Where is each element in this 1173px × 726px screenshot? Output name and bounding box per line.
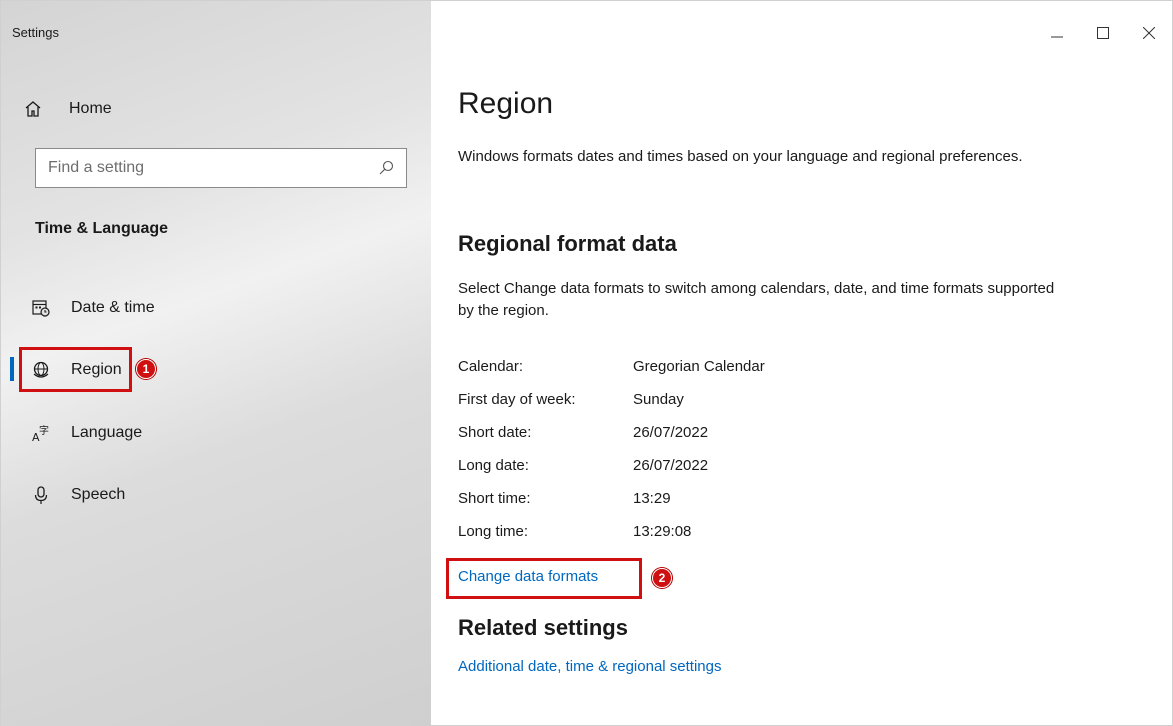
- format-key: First day of week:: [458, 391, 576, 408]
- format-value: 26/07/2022: [633, 424, 709, 441]
- format-key: Short date:: [458, 424, 532, 441]
- format-row-calendar: Calendar: Gregorian Calendar: [458, 358, 765, 382]
- active-indicator: [10, 357, 14, 381]
- page-description: Windows formats dates and times based on…: [458, 148, 1023, 165]
- sidebar-item-label: Date & time: [71, 299, 155, 316]
- format-row-long-time: Long time: 13:29:08: [458, 523, 691, 547]
- page-title: Region: [458, 87, 554, 120]
- app-title: Settings: [12, 25, 59, 40]
- settings-window: Settings Home Time & Language: [0, 0, 1173, 726]
- sidebar-item-label: Language: [71, 424, 143, 441]
- step-badge-1: 1: [136, 359, 156, 379]
- format-value: Gregorian Calendar: [633, 358, 765, 375]
- format-row-long-date: Long date: 26/07/2022: [458, 457, 708, 481]
- format-key: Long time:: [458, 523, 529, 540]
- regional-format-description: Select Change data formats to switch amo…: [458, 280, 1055, 319]
- sidebar-item-label: Region: [71, 361, 122, 378]
- related-settings-heading: Related settings: [458, 615, 628, 640]
- globe-icon: [31, 360, 51, 380]
- format-row-first-day: First day of week: Sunday: [458, 391, 684, 415]
- sidebar-item-date-time[interactable]: Date & time: [1, 286, 431, 330]
- regional-format-heading: Regional format data: [458, 231, 677, 256]
- search-icon[interactable]: [378, 160, 394, 176]
- format-key: Short time:: [458, 490, 531, 507]
- format-value: Sunday: [633, 391, 684, 408]
- sidebar-item-region[interactable]: Region: [1, 348, 431, 392]
- home-label: Home: [69, 100, 112, 117]
- format-row-short-date: Short date: 26/07/2022: [458, 424, 708, 448]
- home-icon: [23, 99, 43, 119]
- change-data-formats-link[interactable]: Change data formats: [458, 568, 598, 585]
- sidebar-item-label: Speech: [71, 486, 126, 503]
- format-value: 13:29:08: [633, 523, 692, 540]
- additional-regional-settings-link[interactable]: Additional date, time & regional setting…: [458, 658, 722, 675]
- step-badge-2: 2: [652, 568, 672, 588]
- sidebar-item-language[interactable]: A 字 Language: [1, 411, 431, 455]
- sidebar: Settings Home Time & Language: [1, 1, 431, 726]
- language-icon: A 字: [31, 423, 51, 444]
- home-nav-item[interactable]: Home: [23, 96, 112, 122]
- main-content: Region Windows formats dates and times b…: [458, 1, 1158, 726]
- format-key: Long date:: [458, 457, 529, 474]
- sidebar-item-speech[interactable]: Speech: [1, 473, 431, 517]
- microphone-icon: [31, 485, 51, 505]
- format-row-short-time: Short time: 13:29: [458, 490, 671, 514]
- search-input[interactable]: [48, 159, 348, 177]
- svg-text:字: 字: [39, 424, 49, 437]
- calendar-clock-icon: [31, 298, 51, 318]
- section-heading: Time & Language: [35, 220, 169, 237]
- search-box[interactable]: [35, 148, 407, 188]
- format-value: 13:29: [633, 490, 671, 507]
- format-value: 26/07/2022: [633, 457, 709, 474]
- format-key: Calendar:: [458, 358, 524, 375]
